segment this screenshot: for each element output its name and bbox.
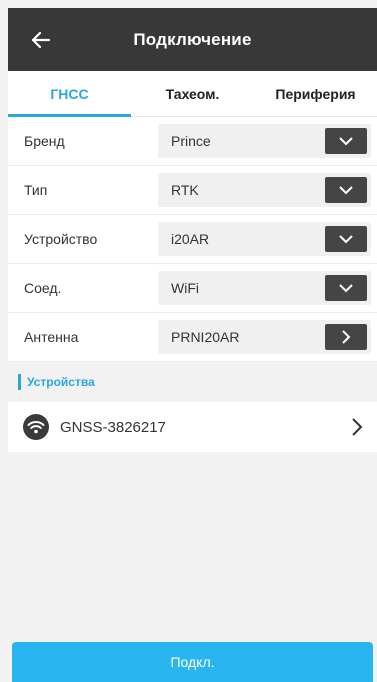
type-value: RTK [171,182,199,198]
back-button[interactable] [28,27,54,53]
device-select[interactable]: i20AR [158,222,371,256]
type-row: Тип RTK [8,166,377,215]
brand-label: Бренд [24,133,65,149]
chevron-down-icon [339,185,353,194]
chevron-down-icon [339,234,353,243]
brand-select[interactable]: Prince [158,124,371,158]
connection-type-dropdown-button[interactable] [325,275,367,301]
devices-section-header: Устройства [8,362,377,402]
tab-bar: ГНСС Тахеом. Периферия [8,71,377,117]
chevron-down-icon [339,136,353,145]
antenna-label: Антенна [24,329,79,345]
tab-gnss[interactable]: ГНСС [8,71,131,117]
section-accent-bar [18,374,21,390]
antenna-open-button[interactable] [325,324,367,350]
connection-type-select[interactable]: WiFi [158,271,371,305]
brand-row: Бренд Prince [8,117,377,166]
page-title: Подключение [133,29,252,49]
devices-section-title: Устройства [27,375,95,389]
chevron-down-icon [339,283,353,292]
device-value: i20AR [171,231,210,247]
app-header: Подключение [8,8,377,71]
connection-type-label: Соед. [24,280,62,296]
connection-screen: Подключение ГНСС Тахеом. Периферия Бренд… [8,8,377,682]
antenna-value: PRNI20AR [171,329,240,345]
device-dropdown-button[interactable] [325,226,367,252]
device-label: Устройство [24,231,98,247]
wifi-icon [23,414,49,440]
arrow-left-icon [32,32,50,48]
antenna-row: Антенна PRNI20AR [8,313,377,362]
tab-peripherals[interactable]: Периферия [254,71,377,116]
type-label: Тип [24,182,48,198]
device-name: GNSS-3826217 [60,418,166,436]
connection-form: Бренд Prince Тип RTK Устройство i20AR Со… [8,117,377,362]
connect-button[interactable]: Подкл. [12,642,373,682]
type-select[interactable]: RTK [158,173,371,207]
tab-total-station[interactable]: Тахеом. [131,71,254,116]
chevron-right-icon [341,330,350,344]
antenna-select[interactable]: PRNI20AR [158,320,371,354]
brand-dropdown-button[interactable] [325,128,367,154]
type-dropdown-button[interactable] [325,177,367,203]
chevron-right-icon [352,418,363,436]
connection-type-value: WiFi [171,280,199,296]
brand-value: Prince [171,133,211,149]
connection-type-row: Соед. WiFi [8,264,377,313]
device-row: Устройство i20AR [8,215,377,264]
device-list-item[interactable]: GNSS-3826217 [8,402,377,452]
